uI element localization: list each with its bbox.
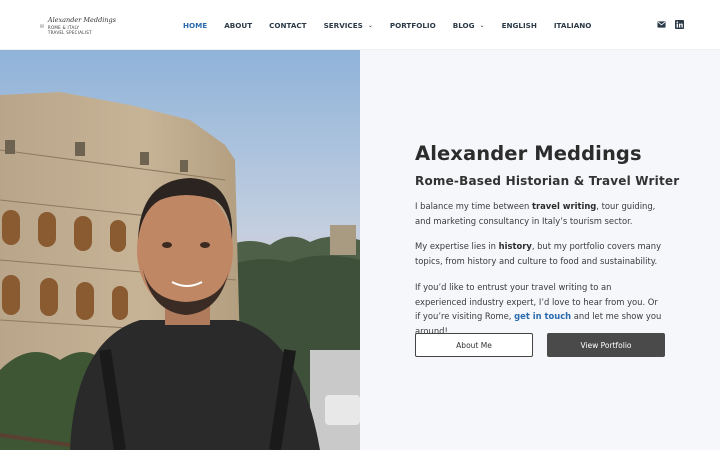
nav-english-label: English <box>501 20 537 30</box>
nav-home-label: Home <box>183 20 208 30</box>
chevron-down-icon: ⌄ <box>367 21 373 29</box>
hero-title: Alexander Meddings <box>415 142 642 165</box>
expertise-text-1: My expertise lies in <box>415 241 499 251</box>
hero-content: Alexander Meddings Rome-Based Historian … <box>360 50 720 450</box>
linkedin-icon[interactable] <box>675 20 684 29</box>
nav-italiano[interactable]: Italiano <box>554 21 592 30</box>
get-in-touch-link[interactable]: get in touch <box>514 311 571 321</box>
nav-blog[interactable]: Blog ⌄ <box>453 21 485 30</box>
hero-photo-illustration <box>0 50 360 450</box>
about-me-button[interactable]: About Me <box>415 333 533 357</box>
main-nav: Home About Contact Services ⌄ Portfolio B… <box>183 0 591 50</box>
intro-text-1: I balance my time between <box>415 201 533 211</box>
hero-subtitle: Rome-Based Historian & Travel Writer <box>415 174 680 188</box>
contact-paragraph: If you’d like to entrust your travel wri… <box>415 280 665 338</box>
site-logo[interactable]: Alexander Meddings ROME & ITALY TRAVEL S… <box>40 14 116 38</box>
colosseum-logo-icon <box>40 24 44 28</box>
expertise-paragraph: My expertise lies in history, but my por… <box>415 239 665 268</box>
intro-bold: travel writing <box>532 201 597 211</box>
site-header: Alexander Meddings ROME & ITALY TRAVEL S… <box>0 0 720 50</box>
nav-contact-label: Contact <box>269 20 307 30</box>
about-me-label: About Me <box>456 340 492 350</box>
intro-paragraph: I balance my time between travel writing… <box>415 199 665 228</box>
nav-home[interactable]: Home <box>183 21 207 30</box>
nav-about-label: About <box>224 20 253 30</box>
nav-contact[interactable]: Contact <box>269 21 306 30</box>
expertise-bold: history <box>498 241 532 251</box>
nav-about[interactable]: About <box>224 21 252 30</box>
nav-services[interactable]: Services ⌄ <box>324 21 373 30</box>
nav-services-label: Services <box>323 20 363 30</box>
nav-english[interactable]: English <box>502 21 537 30</box>
mail-icon[interactable] <box>657 20 666 29</box>
nav-blog-label: Blog <box>452 20 475 30</box>
logo-text: Alexander Meddings ROME & ITALY TRAVEL S… <box>48 17 116 35</box>
logo-name: Alexander Meddings <box>47 16 116 25</box>
view-portfolio-label: View Portfolio <box>580 340 632 350</box>
chevron-down-icon: ⌄ <box>479 21 485 29</box>
nav-italiano-label: Italiano <box>553 20 592 30</box>
nav-portfolio[interactable]: Portfolio <box>390 21 436 30</box>
hero-photo <box>0 50 360 450</box>
logo-tagline-2: TRAVEL SPECIALIST <box>47 29 92 35</box>
view-portfolio-button[interactable]: View Portfolio <box>547 333 665 357</box>
nav-portfolio-label: Portfolio <box>389 20 436 30</box>
